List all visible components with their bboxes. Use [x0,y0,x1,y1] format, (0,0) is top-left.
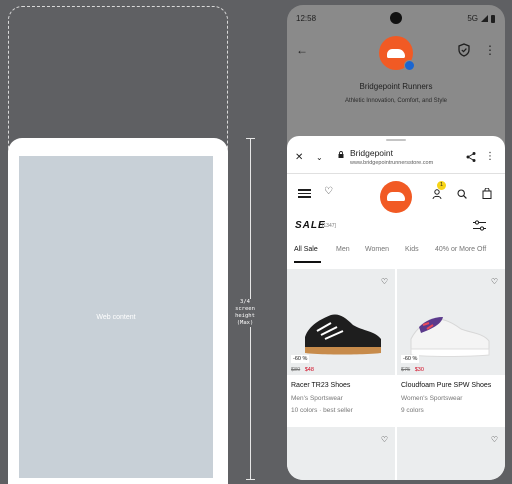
custom-tab-toolbar: ✕ ⌄ Bridgepoint www.bridgepointrunnersst… [287,143,505,173]
app-logo [379,36,415,71]
cart-count-badge: 1 [437,181,446,190]
lock-icon [338,151,344,158]
site-logo[interactable] [380,181,412,213]
tab-kids[interactable]: Kids [405,246,419,253]
app-tagline: Athletic Innovation, Comfort, and Style [344,98,448,104]
share-icon[interactable] [465,151,477,163]
custom-tab-sheet: ✕ ⌄ Bridgepoint www.bridgepointrunnersst… [287,136,505,480]
sale-price: $30 [414,367,424,373]
app-header: ← ⋮ Bridgepoint Runners Athletic Innovat… [287,31,505,141]
price-line: $75 $30 [401,367,424,373]
tab-men[interactable]: Men [336,246,350,253]
back-arrow-icon[interactable]: ← [296,43,310,57]
wishlist-heart-icon[interactable]: ♡ [491,435,498,444]
status-bar: 12:58 5G [287,5,505,31]
network-label: 5G [467,14,478,23]
active-tab-indicator [294,261,321,263]
search-icon[interactable] [457,189,467,199]
product-category: Women's Sportswear [401,395,463,402]
tab-title: Bridgepoint [350,148,394,158]
tab-overflow-menu-icon[interactable]: ⋮ [485,151,495,163]
phone-frame: 12:58 5G ← ⋮ Bridgepoint Runners Athleti… [287,5,505,480]
product-category: Men's Sportswear [291,395,343,402]
signal-icon [481,15,488,22]
drag-handle[interactable] [386,139,406,141]
product-meta: 10 colors · best seller [291,407,353,414]
tab-40-off[interactable]: 40% or More Off [435,246,486,253]
wishlist-heart-icon[interactable]: ♡ [381,277,388,286]
filter-icon[interactable] [473,220,486,231]
tab-url: www.bridgepointrunnersstore.com [350,160,434,166]
hamburger-menu-icon[interactable] [298,189,311,198]
tab-women[interactable]: Women [365,246,389,253]
close-icon[interactable]: ✕ [295,153,303,163]
wishlist-heart-icon[interactable]: ♡ [381,435,388,444]
site-header: ♡ 1 [287,174,505,213]
product-name[interactable]: Cloudfoam Pure SPW Shoes [401,382,491,389]
price-line: $80 $48 [291,367,314,373]
product-image-next[interactable] [397,427,505,480]
sale-heading-row: SALE [1347] [287,214,505,238]
overflow-menu-icon[interactable]: ⋮ [484,43,496,57]
wishlist-heart-icon[interactable]: ♡ [324,186,333,197]
product-image-next[interactable] [287,427,395,480]
shoe-logo-icon [387,192,405,201]
discount-badge: -60 % [401,355,420,363]
web-content-label: Web content [96,313,136,321]
sale-count: [1347] [322,223,336,229]
product-card[interactable]: ♡ -60 % $80 $48 Racer TR23 Shoes Men's S… [287,269,395,480]
original-price: $80 [291,367,301,373]
account-icon[interactable] [432,189,442,199]
sale-price: $48 [304,367,314,373]
status-time: 12:58 [296,14,317,23]
shield-icon[interactable] [457,43,471,57]
wishlist-heart-icon[interactable]: ♡ [491,277,498,286]
product-card[interactable]: ♡ -60 % $75 $30 Cloudfoam Pure SPW Shoes… [397,269,505,480]
shopping-bag-icon[interactable] [482,188,492,199]
category-tabs: All Sale Men Women Kids 40% or More Off [287,240,505,262]
web-content-placeholder: Web content [19,156,213,478]
shoe-icon [387,49,405,58]
chevron-down-icon[interactable]: ⌄ [316,153,323,163]
product-name[interactable]: Racer TR23 Shoes [291,382,350,389]
app-name: Bridgepoint Runners [359,82,433,91]
dimension-label: 3/4 screen height (Max) [229,299,261,327]
tab-all-sale[interactable]: All Sale [294,246,318,253]
battery-icon [491,14,495,23]
verified-badge-icon [404,60,415,71]
discount-badge: -60 % [291,355,310,363]
product-meta: 9 colors [401,407,424,414]
camera-cutout [390,12,402,24]
product-grid: ♡ -60 % $80 $48 Racer TR23 Shoes Men's S… [287,269,505,480]
original-price: $75 [401,367,411,373]
